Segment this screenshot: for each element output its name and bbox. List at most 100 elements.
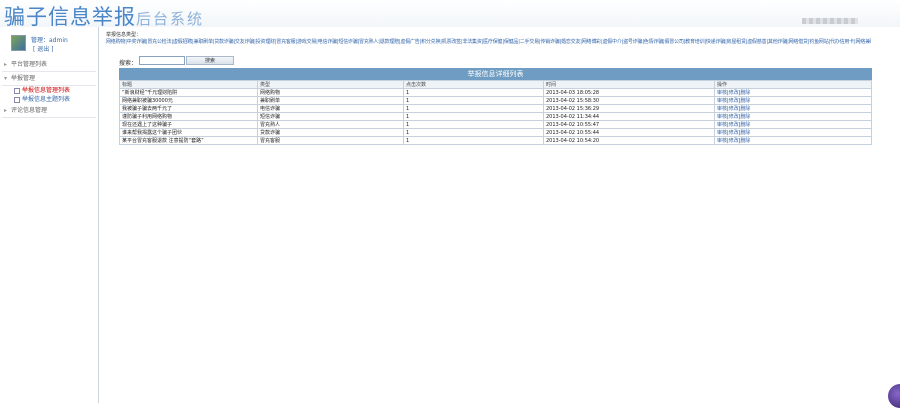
main-content: 举报信息类型： 网络购物|中奖诈骗|冒充公检法|虚假招聘|兼职刷单|贷款诈骗|交… [106,27,900,403]
document-icon [14,87,20,94]
actions-cell: 审核|修改|删除 [714,104,872,113]
report-time-cell: 2013-04-02 10:55:44 [543,128,715,137]
edit-link[interactable]: 修改 [729,130,739,136]
delete-link[interactable]: 删除 [740,106,750,112]
sidebar-menu-item[interactable]: ▸ 评论信息管理 [2,104,96,118]
click-count-cell: 1 [403,128,544,137]
report-title-cell[interactable]: 谁来帮我揭露这个骗子团伙 [119,128,258,137]
user-name: 管理：admin [31,37,68,44]
delete-link[interactable]: 删除 [740,130,750,136]
review-link[interactable]: 审核 [717,130,727,136]
column-header: 时间 [543,80,715,89]
corner-app-icon[interactable] [888,384,900,408]
click-count-cell: 1 [403,88,544,97]
column-header: 类型 [257,80,404,89]
search-input[interactable] [139,56,185,65]
table-row: 现在还遇上了这种骗子 冒充熟人 1 2013-04-02 10:55:47 审核|修改|… [119,120,872,129]
click-count-cell: 1 [403,120,544,129]
edit-link[interactable]: 修改 [729,122,739,128]
edit-link[interactable]: 修改 [729,138,739,144]
click-count-cell: 1 [403,96,544,105]
table-row: 我被骗子骗去两千元了 电信诈骗 1 2013-04-02 15:36:29 审核|修改|… [119,104,872,113]
edit-link[interactable]: 修改 [729,98,739,104]
column-header: 点击次数 [403,80,544,89]
review-link[interactable]: 审核 [717,122,727,128]
search-button[interactable]: 搜索 [186,56,234,65]
header-bar: 骗子信息举报后台系统 [0,0,900,29]
report-title-cell[interactable]: 我被骗子骗去两千元了 [119,104,258,113]
sidebar-subitem[interactable]: 举报信息管理列表 [2,86,96,95]
review-link[interactable]: 审核 [717,106,727,112]
report-title-cell[interactable]: 某平台冒充客服退款 注意提防“套路” [119,136,258,145]
sidebar-menu-item[interactable]: ▾ 举报管理 [2,72,96,86]
table-header-row: 标题 类型 点击次数 时间 操作 [119,80,872,89]
click-count-cell: 1 [403,112,544,121]
delete-link[interactable]: 删除 [740,122,750,128]
report-title-cell[interactable]: 网络兼职被骗30000元 [119,96,258,105]
report-type-cell: 贷款诈骗 [257,128,404,137]
report-type-cell: 冒充客服 [257,136,404,145]
click-count-cell: 1 [403,136,544,145]
table-row: 谁来帮我揭露这个骗子团伙 贷款诈骗 1 2013-04-02 10:55:44 审核|修… [119,128,872,137]
delete-link[interactable]: 删除 [740,114,750,120]
category-links[interactable]: 网络购物|中奖诈骗|冒充公检法|虚假招聘|兼职刷单|贷款诈骗|交友诈骗|投资理财… [106,38,871,45]
chevron-right-icon: ▸ [4,61,8,68]
report-time-cell: 2013-04-03 18:05:28 [543,88,715,97]
app-subtitle: 后台系统 [136,10,205,28]
edit-link[interactable]: 修改 [729,90,739,96]
report-time-cell: 2013-04-02 10:54:20 [543,136,715,145]
avatar [11,35,26,51]
review-link[interactable]: 审核 [717,98,727,104]
actions-cell: 审核|修改|删除 [714,120,872,129]
delete-link[interactable]: 删除 [740,90,750,96]
review-link[interactable]: 审核 [717,114,727,120]
app-title: 骗子信息举报 [4,5,136,29]
actions-cell: 审核|修改|删除 [714,128,872,137]
category-bar: 举报信息类型： 网络购物|中奖诈骗|冒充公检法|虚假招聘|兼职刷单|贷款诈骗|交… [106,31,876,45]
report-title-cell[interactable]: “新浪财经”千元理财陷阱 [119,88,258,97]
table-caption: 举报信息详细列表 [119,68,872,80]
report-type-cell: 电信诈骗 [257,104,404,113]
report-type-cell: 短信诈骗 [257,112,404,121]
report-title-cell[interactable]: 现在还遇上了这种骗子 [119,120,258,129]
review-link[interactable]: 审核 [717,90,727,96]
sidebar-menu-label: 平台管理列表 [11,61,48,68]
edit-link[interactable]: 修改 [729,114,739,120]
table-row: 网络兼职被骗30000元 兼职刷单 1 2013-04-02 15:58:30 审核|修… [119,96,872,105]
sidebar-subitem-label: 举报信息主题列表 [22,96,71,103]
actions-cell: 审核|修改|删除 [714,136,872,145]
report-time-cell: 2013-04-02 15:36:29 [543,104,715,113]
click-count-cell: 1 [403,104,544,113]
delete-link[interactable]: 删除 [740,138,750,144]
sidebar: 管理：admin [ 退出 ] ▸ 平台管理列表 ▾ 举报管理 举报信息管理列表 举报信息… [0,27,99,403]
sidebar-subitem[interactable]: 举报信息主题列表 [2,95,96,104]
report-time-cell: 2013-04-02 15:58:30 [543,96,715,105]
report-type-cell: 冒充熟人 [257,120,404,129]
column-header: 操作 [714,80,872,89]
report-title-cell[interactable]: 谨防骗子利用网络购物 [119,112,258,121]
actions-cell: 审核|修改|删除 [714,88,872,97]
actions-cell: 审核|修改|删除 [714,96,872,105]
search-label: 搜索： [119,60,138,67]
sidebar-menu-label: 评论信息管理 [11,107,48,114]
table-row: 谨防骗子利用网络购物 短信诈骗 1 2013-04-02 11:34:44 审核|修改|… [119,112,872,121]
delete-link[interactable]: 删除 [740,98,750,104]
table-row: “新浪财经”千元理财陷阱 网络购物 1 2013-04-03 18:05:28 审核|修… [119,88,872,97]
category-title: 举报信息类型： [106,32,142,38]
sidebar-menu-label: 举报管理 [11,75,36,82]
report-table: 标题 类型 点击次数 时间 操作 “新浪财经”千元理财陷阱 网络购物 1 2013-04-03… [119,80,872,145]
logout-link[interactable]: [ 退出 ] [33,44,54,53]
sidebar-subitem-label: 举报信息管理列表 [22,87,71,94]
user-panel: 管理：admin [ 退出 ] [6,32,92,54]
sidebar-menu-item[interactable]: ▸ 平台管理列表 [2,58,96,72]
chevron-down-icon: ▾ [4,75,8,82]
edit-link[interactable]: 修改 [729,106,739,112]
table-row: 某平台冒充客服退款 注意提防“套路” 冒充客服 1 2013-04-02 10:54:… [119,136,872,145]
actions-cell: 审核|修改|删除 [714,112,872,121]
report-type-cell: 网络购物 [257,88,404,97]
report-time-cell: 2013-04-02 11:34:44 [543,112,715,121]
chevron-right-icon: ▸ [4,107,8,114]
sidebar-menu: ▸ 平台管理列表 ▾ 举报管理 举报信息管理列表 举报信息主题列表 ▸ 评论信息管理 [2,58,96,118]
header-blurred-info [802,18,858,24]
review-link[interactable]: 审核 [717,138,727,144]
